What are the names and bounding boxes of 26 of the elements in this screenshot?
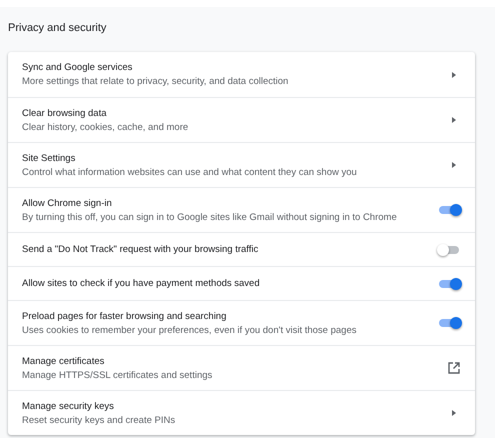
setting-title: Send a "Do Not Track" request with your browsing traffic — [22, 244, 260, 255]
setting-title: Sync and Google services — [22, 62, 134, 73]
setting-title: Manage security keys — [22, 400, 115, 412]
setting-description: More settings that relate to privacy, security, and data collection — [22, 76, 290, 87]
external-link-icon[interactable] — [448, 362, 460, 374]
setting-title: Allow sites to check if you have payment methods saved — [22, 278, 261, 289]
setting-description: Reset security keys and create PINs — [22, 414, 176, 426]
toggle-switch[interactable] — [439, 246, 459, 254]
setting-description: Manage HTTPS/SSL certificates and settings — [22, 370, 214, 380]
setting-title: Site Settings — [22, 152, 76, 164]
section-title: Privacy and security — [8, 22, 108, 36]
toggle-switch[interactable] — [439, 206, 459, 214]
toggle-switch[interactable] — [439, 319, 459, 327]
setting-title: Clear browsing data — [22, 108, 108, 118]
setting-description: By turning this off, you can sign in to Google sites like Gmail without signing in to Chrome — [22, 212, 398, 222]
setting-description: Control what information websites can use and what content they can show you — [22, 166, 358, 178]
setting-title: Allow Chrome sign-in — [22, 198, 113, 208]
arrow-icon[interactable] — [452, 410, 456, 416]
arrow-icon[interactable] — [452, 162, 456, 168]
setting-description: Uses cookies to remember your preferences, even if you don't visit those pages — [22, 324, 358, 336]
setting-description: Clear history, cookies, cache, and more — [22, 122, 190, 132]
arrow-icon[interactable] — [452, 72, 456, 78]
setting-title: Preload pages for faster browsing and searching — [22, 310, 228, 322]
setting-title: Manage certificates — [22, 356, 106, 366]
toggle-switch[interactable] — [439, 280, 459, 288]
arrow-icon[interactable] — [452, 117, 456, 123]
